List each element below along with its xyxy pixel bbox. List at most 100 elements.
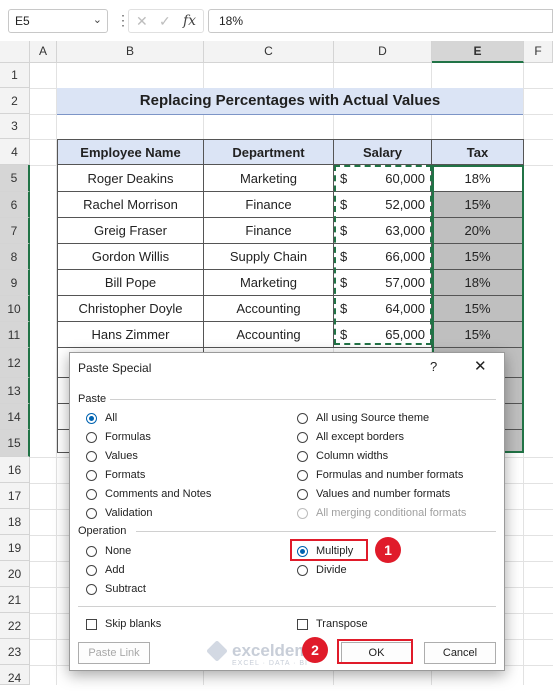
radio-column-widths[interactable]: Column widths	[297, 448, 388, 464]
radio-none[interactable]: None	[86, 543, 131, 559]
table-cell-salary[interactable]: $63,000	[334, 218, 432, 244]
table-cell-department[interactable]: Accounting	[204, 322, 334, 348]
radio-all-source-theme[interactable]: All using Source theme	[297, 410, 429, 426]
table-cell-name[interactable]: Rachel Morrison	[57, 192, 204, 218]
table-cell-name[interactable]: Gordon Willis	[57, 244, 204, 270]
paste-link-button[interactable]: Paste Link	[78, 642, 150, 664]
salary-value: 63,000	[385, 223, 425, 238]
column-header-d[interactable]: D	[334, 41, 432, 63]
radio-comments-notes[interactable]: Comments and Notes	[86, 486, 211, 502]
table-cell-salary[interactable]: $66,000	[334, 244, 432, 270]
table-cell-tax[interactable]: 15%	[432, 322, 524, 348]
table-cell-name[interactable]: Roger Deakins	[57, 165, 204, 192]
table-cell-salary[interactable]: $65,000	[334, 322, 432, 348]
table-cell-tax[interactable]: 15%	[432, 296, 524, 322]
salary-value: 65,000	[385, 327, 425, 342]
radio-values-number-formats[interactable]: Values and number formats	[297, 486, 450, 502]
formula-input[interactable]: 18%	[208, 9, 553, 33]
radio-validation[interactable]: Validation	[86, 505, 153, 521]
row-header-21[interactable]: 21	[0, 587, 30, 613]
close-icon[interactable]: ✕	[474, 357, 487, 375]
row-header-6[interactable]: 6	[0, 192, 30, 218]
function-icon[interactable]: fx	[183, 13, 196, 29]
table-cell-salary[interactable]: $60,000	[334, 165, 432, 192]
table-cell-department[interactable]: Marketing	[204, 165, 334, 192]
radio-formulas-number-formats[interactable]: Formulas and number formats	[297, 467, 463, 483]
radio-divide[interactable]: Divide	[297, 562, 347, 578]
row-header-13[interactable]: 13	[0, 378, 30, 404]
radio-formulas[interactable]: Formulas	[86, 429, 151, 445]
step-badge-2: 2	[302, 637, 328, 663]
table-cell-tax[interactable]: 20%	[432, 218, 524, 244]
row-header-10[interactable]: 10	[0, 296, 30, 322]
column-header-c[interactable]: C	[204, 41, 334, 63]
radio-all-except-borders[interactable]: All except borders	[297, 429, 404, 445]
dialog-title: Paste Special	[78, 361, 152, 375]
table-cell-name[interactable]: Hans Zimmer	[57, 322, 204, 348]
table-cell-tax-active[interactable]: 18%	[432, 165, 524, 192]
cancel-button[interactable]: Cancel	[424, 642, 496, 664]
header-salary[interactable]: Salary	[334, 139, 432, 165]
radio-formats[interactable]: Formats	[86, 467, 145, 483]
enter-icon[interactable]: ✓	[159, 13, 171, 30]
chevron-down-icon[interactable]: ⌄	[93, 13, 102, 26]
radio-all[interactable]: All	[86, 410, 117, 426]
column-header-a[interactable]: A	[30, 41, 57, 63]
row-header-22[interactable]: 22	[0, 613, 30, 639]
column-header-f[interactable]: F	[524, 41, 553, 63]
table-cell-name[interactable]: Greig Fraser	[57, 218, 204, 244]
radio-subtract[interactable]: Subtract	[86, 581, 146, 597]
row-header-1[interactable]: 1	[0, 63, 30, 88]
row-header-2[interactable]: 2	[0, 88, 30, 114]
row-header-19[interactable]: 19	[0, 535, 30, 561]
row-header-7[interactable]: 7	[0, 218, 30, 244]
table-cell-name[interactable]: Christopher Doyle	[57, 296, 204, 322]
row-header-23[interactable]: 23	[0, 639, 30, 665]
header-employee-name[interactable]: Employee Name	[57, 139, 204, 165]
row-header-4[interactable]: 4	[0, 139, 30, 165]
table-cell-tax[interactable]: 15%	[432, 192, 524, 218]
table-cell-tax[interactable]: 15%	[432, 244, 524, 270]
help-icon[interactable]: ?	[430, 359, 437, 374]
table-cell-department[interactable]: Marketing	[204, 270, 334, 296]
table-cell-department[interactable]: Accounting	[204, 296, 334, 322]
row-header-24[interactable]: 24	[0, 665, 30, 685]
sheet-title[interactable]: Replacing Percentages with Actual Values	[57, 88, 523, 115]
row-header-9[interactable]: 9	[0, 270, 30, 296]
table-cell-salary[interactable]: $57,000	[334, 270, 432, 296]
name-box-value: E5	[15, 14, 30, 28]
row-header-17[interactable]: 17	[0, 483, 30, 509]
header-department[interactable]: Department	[204, 139, 334, 165]
row-header-15[interactable]: 15	[0, 430, 30, 457]
row-header-20[interactable]: 20	[0, 561, 30, 587]
select-all-corner[interactable]	[0, 41, 30, 63]
table-cell-salary[interactable]: $52,000	[334, 192, 432, 218]
row-header-18[interactable]: 18	[0, 509, 30, 535]
column-header-b[interactable]: B	[57, 41, 204, 63]
row-header-11[interactable]: 11	[0, 322, 30, 348]
row-header-5[interactable]: 5	[0, 165, 30, 192]
table-cell-tax[interactable]: 18%	[432, 270, 524, 296]
header-tax[interactable]: Tax	[432, 139, 524, 165]
checkbox-transpose[interactable]: Transpose	[297, 616, 368, 632]
radio-add[interactable]: Add	[86, 562, 125, 578]
row-header-12[interactable]: 12	[0, 348, 30, 378]
ok-button[interactable]: OK	[341, 642, 412, 664]
currency-symbol: $	[340, 170, 348, 186]
checkbox-skip-blanks[interactable]: Skip blanks	[86, 616, 161, 632]
table-cell-salary[interactable]: $64,000	[334, 296, 432, 322]
cancel-icon[interactable]: ✕	[136, 13, 148, 30]
radio-multiply[interactable]: Multiply	[297, 543, 353, 559]
row-header-16[interactable]: 16	[0, 457, 30, 483]
row-header-3[interactable]: 3	[0, 114, 30, 139]
row-header-14[interactable]: 14	[0, 404, 30, 430]
table-cell-department[interactable]: Finance	[204, 192, 334, 218]
table-cell-department[interactable]: Supply Chain	[204, 244, 334, 270]
table-cell-department[interactable]: Finance	[204, 218, 334, 244]
salary-value: 64,000	[385, 301, 425, 316]
table-cell-name[interactable]: Bill Pope	[57, 270, 204, 296]
column-header-e[interactable]: E	[432, 41, 524, 63]
row-header-8[interactable]: 8	[0, 244, 30, 270]
radio-values[interactable]: Values	[86, 448, 138, 464]
name-box[interactable]: E5 ⌄	[8, 9, 108, 33]
